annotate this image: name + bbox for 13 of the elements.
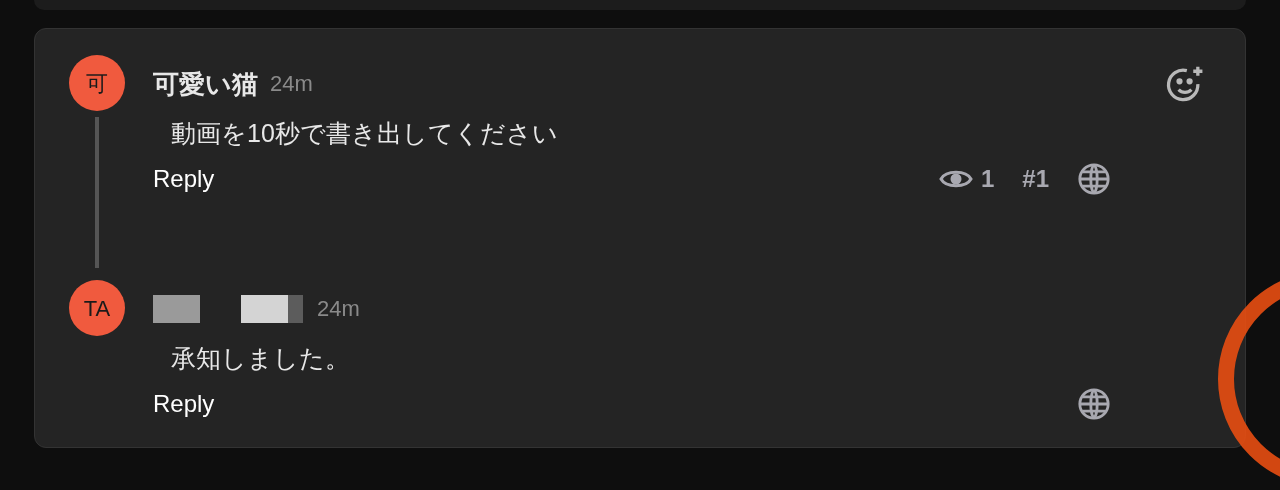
avatar: 可 [69,55,125,111]
reply-button[interactable]: Reply [153,392,215,416]
timestamp: 24m [317,298,360,320]
globe-icon[interactable] [1077,162,1111,196]
comment-text: 動画を10秒で書き出してください [171,121,559,146]
avatar: TA [69,280,125,336]
comment-text: 承知しました。 [171,346,351,371]
globe-icon[interactable] [1077,387,1111,421]
comment-number: #1 [1022,167,1049,191]
timestamp: 24m [270,73,313,95]
view-count: 1 [980,167,995,191]
author-name: 可愛い猫 [153,71,258,97]
reply-button[interactable]: Reply [153,167,215,191]
